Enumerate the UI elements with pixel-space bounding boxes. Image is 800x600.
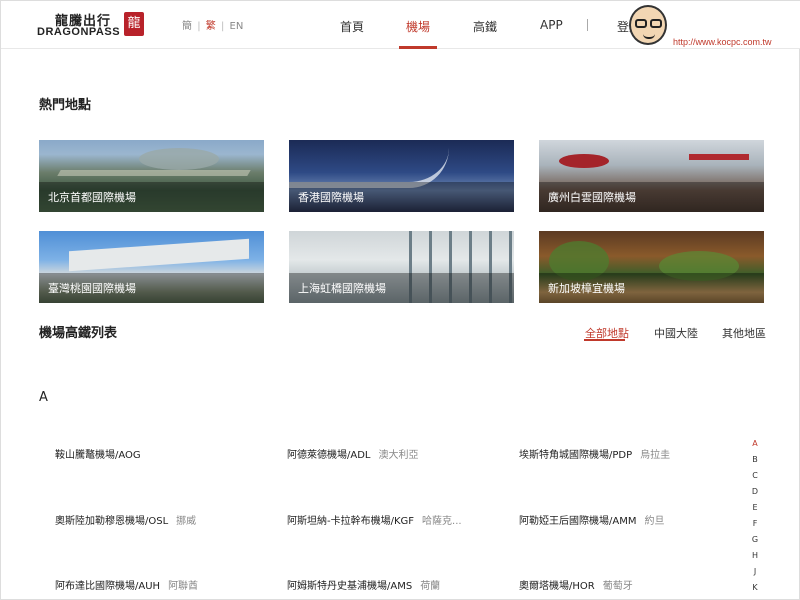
lang-separator: | — [197, 21, 201, 32]
tile-caption: 上海虹橋國際機場 — [298, 282, 386, 295]
tab-other-regions[interactable]: 其他地區 — [722, 325, 766, 341]
airport-name: 阿斯坦納-卡拉幹布機場/KGF — [287, 516, 415, 527]
hot-tile-hongkong[interactable]: 香港國際機場 — [289, 140, 514, 212]
nav-airport[interactable]: 機場 — [406, 18, 430, 35]
airport-list-item[interactable]: 阿勒婭王后國際機場/AMM 約旦 — [519, 512, 664, 527]
airport-country: 挪威 — [176, 516, 197, 527]
tile-caption: 廣州白雲國際機場 — [548, 191, 636, 204]
airport-name: 阿勒婭王后國際機場/AMM — [519, 516, 637, 527]
tile-caption: 新加坡樟宜機場 — [548, 282, 625, 295]
lang-english[interactable]: EN — [230, 21, 244, 32]
nav-divider — [587, 19, 588, 31]
airport-country: 約旦 — [644, 516, 665, 527]
alpha-index-h[interactable]: H — [749, 551, 761, 560]
airport-list-item[interactable]: 鞍山騰鼇機場/AOG — [55, 446, 149, 461]
airport-country: 葡萄牙 — [602, 581, 633, 592]
mascot-face-icon — [629, 5, 667, 45]
airport-list-item[interactable]: 阿布達比國際機場/AUH 阿聯酋 — [55, 577, 198, 592]
lang-traditional[interactable]: 繁 — [206, 21, 216, 32]
airport-country: 烏拉圭 — [640, 450, 671, 461]
hot-tile-beijing[interactable]: 北京首都國際機場 — [39, 140, 264, 212]
airport-name: 阿姆斯特丹史基浦機場/AMS — [287, 581, 413, 592]
airport-name: 奧爾塔機場/HOR — [519, 581, 595, 592]
watermark-url: http://www.kocpc.com.tw — [673, 37, 772, 47]
hot-tile-guangzhou[interactable]: 廣州白雲國際機場 — [539, 140, 764, 212]
logo-seal-icon: 龍 — [124, 12, 144, 36]
alpha-index-c[interactable]: C — [749, 471, 761, 480]
airport-list-item[interactable]: 阿德萊德機場/ADL 澳大利亞 — [287, 446, 418, 461]
airport-country: 哈薩克... — [422, 516, 462, 527]
tile-caption: 北京首都國際機場 — [48, 191, 136, 204]
alpha-index-b[interactable]: B — [749, 455, 761, 464]
lang-simplified[interactable]: 簡 — [182, 21, 192, 32]
nav-home[interactable]: 首頁 — [340, 18, 364, 35]
airport-name: 阿德萊德機場/ADL — [287, 450, 371, 461]
hot-tile-changi[interactable]: 新加坡樟宜機場 — [539, 231, 764, 303]
list-section-title: 機場高鐵列表 — [39, 326, 118, 341]
alpha-index-d[interactable]: D — [749, 487, 761, 496]
airport-list-item[interactable]: 奧爾塔機場/HOR 葡萄牙 — [519, 577, 633, 592]
nav-rail[interactable]: 高鐵 — [473, 18, 497, 35]
airport-name: 埃斯特角城國際機場/PDP — [519, 450, 633, 461]
hot-tile-taoyuan[interactable]: 臺灣桃園國際機場 — [39, 231, 264, 303]
tab-mainland-china[interactable]: 中國大陸 — [654, 325, 698, 341]
watermark-title: 電腦王阿達 — [668, 13, 785, 39]
top-header: 龍騰出行 DRAGONPASS 龍 簡 | 繁 | EN 首頁 機場 高鐵 AP… — [1, 1, 800, 49]
language-switcher: 簡 | 繁 | EN — [181, 17, 244, 32]
alpha-index-g[interactable]: G — [749, 535, 761, 544]
hot-section-title: 熱門地點 — [39, 98, 92, 113]
alpha-index-a[interactable]: A — [749, 439, 761, 448]
alpha-index-k[interactable]: K — [749, 583, 761, 592]
lang-separator: | — [220, 21, 225, 32]
nav-app[interactable]: APP — [540, 18, 563, 32]
airport-country: 澳大利亞 — [378, 450, 419, 461]
airport-list-item[interactable]: 奧斯陸加勒穆恩機場/OSL 挪威 — [55, 512, 196, 527]
tab-active-underline — [584, 339, 625, 341]
airport-country: 荷蘭 — [420, 581, 441, 592]
airport-name: 鞍山騰鼇機場/AOG — [55, 450, 141, 461]
alpha-index-e[interactable]: E — [749, 503, 761, 512]
nav-active-underline — [399, 46, 437, 49]
airport-name: 阿布達比國際機場/AUH — [55, 581, 161, 592]
airport-list-item[interactable]: 阿斯坦納-卡拉幹布機場/KGF 哈薩克... — [287, 512, 462, 527]
hot-tile-hongqiao[interactable]: 上海虹橋國際機場 — [289, 231, 514, 303]
alpha-index-j[interactable]: J — [749, 567, 761, 576]
airport-country: 阿聯酋 — [168, 581, 199, 592]
tile-caption: 香港國際機場 — [298, 191, 364, 204]
tile-caption: 臺灣桃園國際機場 — [48, 282, 136, 295]
logo-english-text: DRAGONPASS — [37, 26, 121, 38]
airport-name: 奧斯陸加勒穆恩機場/OSL — [55, 516, 169, 527]
airport-list-item[interactable]: 阿姆斯特丹史基浦機場/AMS 荷蘭 — [287, 577, 440, 592]
alpha-index-f[interactable]: F — [749, 519, 761, 528]
site-watermark: 電腦王阿達 http://www.kocpc.com.tw — [629, 3, 800, 49]
dragonpass-logo[interactable]: 龍騰出行 DRAGONPASS 龍 — [37, 9, 147, 41]
letter-group-heading: A — [39, 390, 48, 405]
airport-list-item[interactable]: 埃斯特角城國際機場/PDP 烏拉圭 — [519, 446, 670, 461]
